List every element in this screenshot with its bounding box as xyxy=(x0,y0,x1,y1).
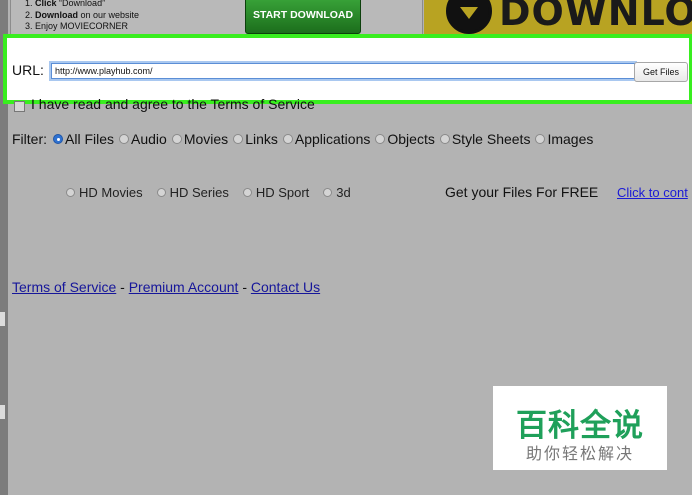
watermark-title: 百科全说 xyxy=(516,408,644,444)
radio-selected-icon[interactable] xyxy=(53,134,63,144)
filter-option-applications[interactable]: Applications xyxy=(282,131,370,147)
terms-label: I have read and agree to the Terms of Se… xyxy=(31,96,315,112)
continue-link[interactable]: Click to cont xyxy=(617,185,688,200)
download-banner[interactable]: DOWNLOAD xyxy=(424,0,692,38)
url-input[interactable]: http://www.playhub.com/ xyxy=(51,63,635,79)
premium-account-link[interactable]: Premium Account xyxy=(129,279,239,295)
promo-text: Get your Files For FREE xyxy=(445,184,599,200)
radio-icon[interactable] xyxy=(156,188,166,197)
filter-option-objects[interactable]: Objects xyxy=(375,131,435,147)
radio-icon[interactable] xyxy=(119,134,130,144)
banner-text: DOWNLOAD xyxy=(499,0,692,34)
category-3d[interactable]: 3d xyxy=(323,185,351,200)
start-download-button[interactable]: START DOWNLOAD xyxy=(245,0,361,34)
radio-icon[interactable] xyxy=(233,134,244,144)
edge-marker xyxy=(0,312,5,326)
filter-row: Filter: All Files Audio Movies Links App… xyxy=(12,131,598,147)
footer-links: Terms of Service - Premium Account - Con… xyxy=(12,279,320,295)
get-files-button[interactable]: Get Files xyxy=(634,62,688,82)
edge-marker xyxy=(0,405,5,419)
category-hd-sport[interactable]: HD Sport xyxy=(242,185,309,200)
radio-icon[interactable] xyxy=(323,188,333,197)
category-hd-movies[interactable]: HD Movies xyxy=(66,185,143,200)
radio-icon[interactable] xyxy=(535,134,546,144)
ad-steps-list: 1. Click “Download” 2. Download on our w… xyxy=(25,0,139,33)
category-row: HD Movies HD Series HD Sport 3d xyxy=(66,185,365,200)
filter-option-audio[interactable]: Audio xyxy=(119,131,167,147)
footer-separator: - xyxy=(242,279,247,295)
watermark-subtitle: 助你轻松解决 xyxy=(525,444,634,463)
filter-option-images[interactable]: Images xyxy=(535,131,593,147)
download-arrow-icon xyxy=(446,0,492,34)
url-label: URL: xyxy=(12,62,44,78)
contact-us-link[interactable]: Contact Us xyxy=(251,279,320,295)
filter-option-movies[interactable]: Movies xyxy=(171,131,228,147)
radio-icon[interactable] xyxy=(171,134,182,144)
ad-step: 1. Click “Download” xyxy=(25,0,106,8)
filter-label: Filter: xyxy=(12,131,47,147)
radio-icon[interactable] xyxy=(375,134,386,144)
filter-option-links[interactable]: Links xyxy=(233,131,278,147)
radio-icon[interactable] xyxy=(66,188,75,197)
filter-option-all-files[interactable]: All Files xyxy=(53,131,114,147)
terms-checkbox[interactable] xyxy=(14,101,25,112)
terms-of-service-link[interactable]: Terms of Service xyxy=(12,279,116,295)
ad-step: 3. Enjoy MOVIECORNER xyxy=(25,21,129,31)
radio-icon[interactable] xyxy=(439,134,450,144)
radio-icon[interactable] xyxy=(282,134,293,144)
ad-step: 2. Download on our website xyxy=(25,9,140,20)
filter-option-style-sheets[interactable]: Style Sheets xyxy=(439,131,530,147)
category-hd-series[interactable]: HD Series xyxy=(156,185,229,200)
footer-separator: - xyxy=(120,279,125,295)
watermark-logo: 百科全说 助你轻松解决 xyxy=(493,386,667,470)
url-section: URL: http://www.playhub.com/ Get Files xyxy=(3,34,692,104)
radio-icon[interactable] xyxy=(242,188,252,197)
